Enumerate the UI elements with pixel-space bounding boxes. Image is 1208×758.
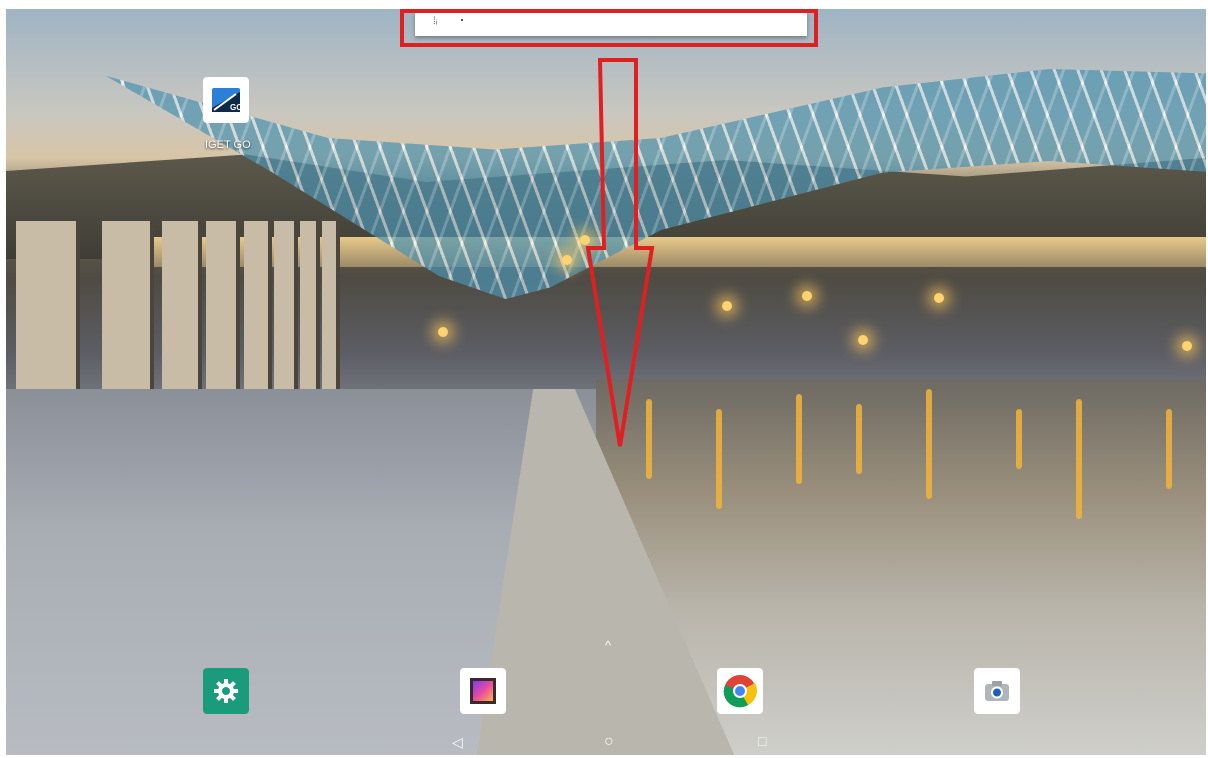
iget-go-app[interactable]: GO [203, 77, 249, 123]
svg-text:GO: GO [230, 103, 242, 112]
gallery-photo-icon [470, 678, 496, 704]
camera-app[interactable] [974, 668, 1020, 714]
home-circle-icon: ○ [604, 733, 614, 750]
chrome-app[interactable] [717, 668, 763, 714]
chevron-up-icon[interactable]: ^ [605, 638, 611, 653]
back-triangle-icon: ◁ [452, 734, 463, 750]
wallpaper-lamp [802, 291, 812, 301]
wallpaper-lamp [562, 255, 572, 265]
recents-button[interactable]: □ [758, 733, 766, 749]
chrome-browser-icon [723, 675, 757, 708]
recents-square-icon: □ [758, 733, 767, 749]
iget-go-label[interactable]: IGET GO [205, 139, 251, 151]
wallpaper-lamp [438, 327, 448, 337]
back-button[interactable]: ◁ [452, 734, 463, 751]
settings-app[interactable] [203, 668, 249, 714]
annotation-highlight-box [400, 9, 818, 47]
home-button[interactable]: ○ [604, 733, 614, 751]
iget-go-app-icon: GO [208, 82, 244, 118]
annotation-arrow [585, 58, 655, 447]
wallpaper-lamp [858, 335, 868, 345]
settings-gear-icon [214, 679, 238, 703]
wallpaper-lamp [1182, 341, 1192, 351]
camera-app-icon [985, 681, 1009, 701]
wallpaper-lamp [934, 293, 944, 303]
wallpaper-lamp [722, 301, 732, 311]
gallery-app[interactable] [460, 668, 506, 714]
